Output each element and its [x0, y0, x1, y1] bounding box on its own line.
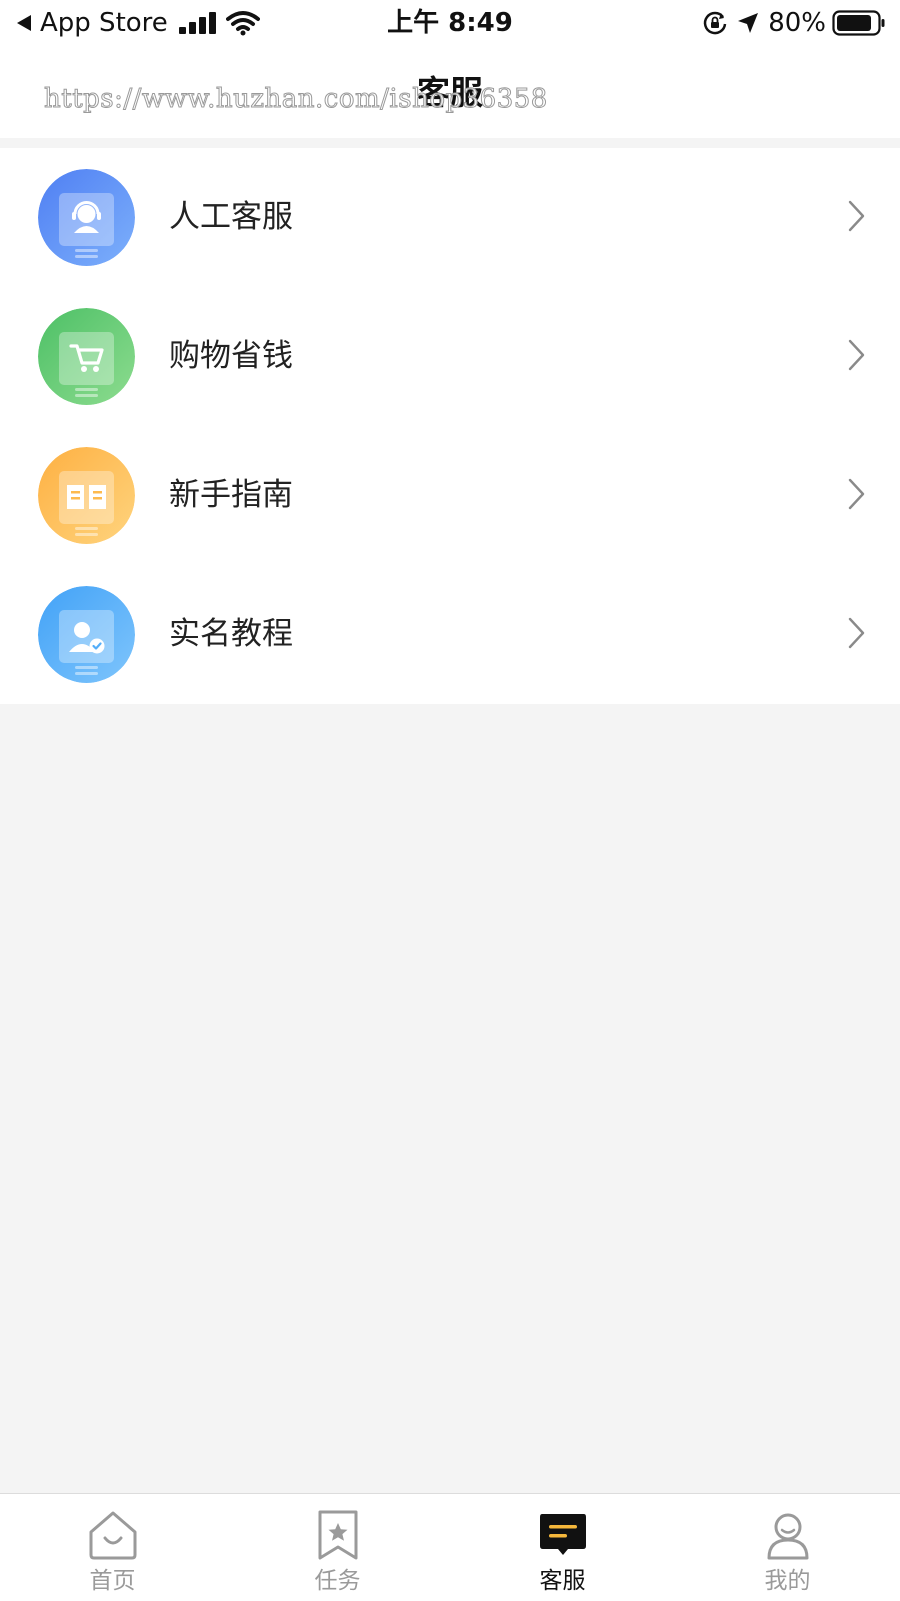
battery-icon	[832, 10, 885, 36]
menu-item-beginner-guide[interactable]: 新手指南	[0, 426, 900, 565]
cellular-signal-icon	[178, 12, 216, 34]
location-arrow-icon	[738, 13, 759, 33]
chat-icon	[540, 1514, 586, 1555]
menu-item-label: 实名教程	[169, 616, 293, 652]
menu-item-label: 新手指南	[169, 477, 293, 513]
tab-label: 我的	[764, 1568, 811, 1594]
menu-item-label: 购物省钱	[169, 338, 293, 374]
rotation-lock-icon	[704, 11, 727, 35]
chevron-right-icon	[848, 200, 865, 232]
back-to-app-store[interactable]: App Store	[16, 6, 260, 40]
tab-label: 客服	[539, 1568, 586, 1594]
menu-item-human-service[interactable]: 人工客服	[0, 148, 900, 287]
tab-mine[interactable]: 我的	[675, 1494, 900, 1601]
tab-customer-service[interactable]: 客服	[450, 1494, 675, 1601]
tab-tasks[interactable]: 任务	[225, 1494, 450, 1601]
nav-header: 客服 https://www.huzhan.com/ishop36358	[0, 46, 900, 138]
chevron-right-icon	[848, 339, 865, 371]
service-menu-list: 人工客服 购物省钱 新手指南 实名教程	[0, 148, 900, 704]
menu-item-shopping-savings[interactable]: 购物省钱	[0, 287, 900, 426]
verified-user-icon	[38, 586, 135, 683]
bottom-tab-bar: 首页 任务 客服 我的	[0, 1493, 900, 1601]
tab-label: 首页	[89, 1568, 136, 1594]
chevron-right-icon	[848, 478, 865, 510]
wifi-icon	[225, 11, 260, 36]
task-bookmark-icon	[318, 1510, 358, 1560]
chevron-right-icon	[848, 617, 865, 649]
back-triangle-icon	[17, 15, 31, 31]
tab-label: 任务	[314, 1568, 361, 1594]
customer-service-icon	[38, 169, 135, 266]
status-bar: App Store 上午 8:49 80%	[0, 0, 900, 46]
back-app-label: App Store	[40, 8, 168, 38]
tab-home[interactable]: 首页	[0, 1494, 225, 1601]
book-icon	[38, 447, 135, 544]
menu-item-label: 人工客服	[169, 199, 293, 235]
menu-item-real-name-tutorial[interactable]: 实名教程	[0, 565, 900, 704]
battery-percentage: 80%	[768, 8, 826, 38]
page-title: 客服	[417, 73, 483, 112]
status-indicators: 80%	[702, 6, 886, 40]
shopping-cart-icon	[38, 308, 135, 405]
home-icon	[89, 1511, 137, 1560]
profile-icon	[767, 1513, 809, 1560]
